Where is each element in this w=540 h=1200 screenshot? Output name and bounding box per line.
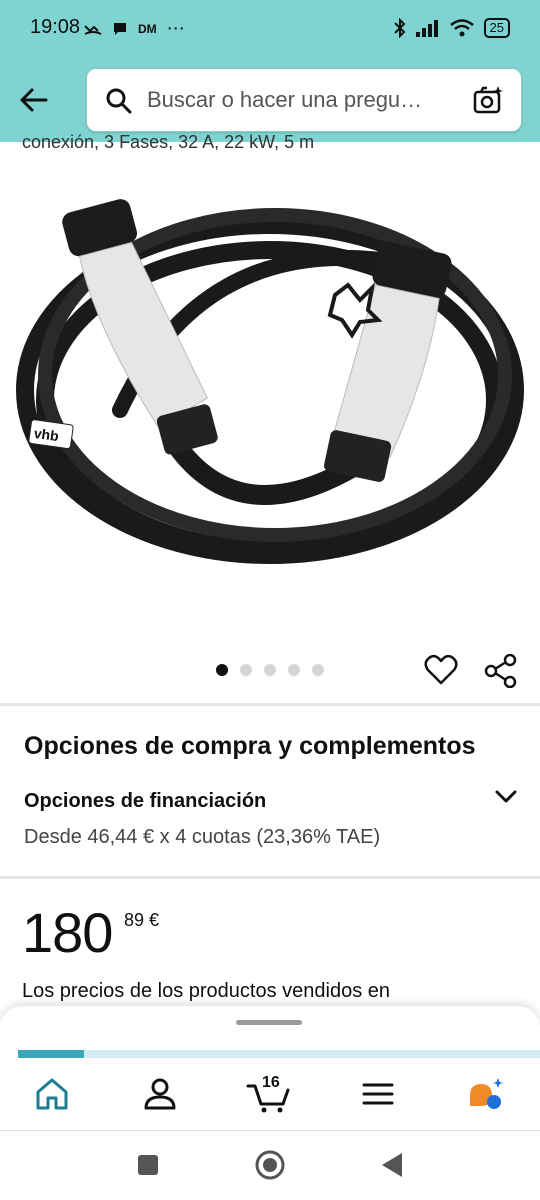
product-image[interactable]: vhb (0, 160, 540, 660)
carousel-dots (216, 664, 324, 676)
bluetooth-icon (393, 18, 405, 38)
search-placeholder: Buscar o hacer una pregu… (147, 87, 423, 112)
product-title-fragment: conexión, 3 Fases, 32 A, 22 kW, 5 m (22, 132, 315, 152)
carousel-dot[interactable] (312, 664, 324, 676)
status-time: 19:08 (30, 16, 81, 38)
financing-description: Desde 46,44 € x 4 cuotas (23,36% TAE) (24, 826, 381, 848)
status-more: ⋯ (166, 18, 185, 38)
system-nav-bar (0, 1131, 540, 1200)
purchase-options-title: Opciones de compra y complementos (24, 732, 476, 760)
search-icon (106, 88, 132, 114)
missed-call-icon (84, 24, 102, 35)
home-icon[interactable] (32, 1074, 72, 1114)
menu-icon[interactable] (358, 1074, 398, 1114)
home-button-icon[interactable] (254, 1149, 286, 1181)
bottom-sheet[interactable] (0, 1006, 540, 1066)
section-divider (0, 703, 540, 706)
price-note: Los precios de los productos vendidos en (22, 980, 391, 1002)
carousel-dot[interactable] (240, 664, 252, 676)
share-icon[interactable] (484, 654, 518, 688)
carousel-dot[interactable] (216, 664, 228, 676)
sheet-strip-accent (18, 1050, 84, 1058)
price-whole: 180 (22, 901, 113, 964)
search-input[interactable]: Buscar o hacer una pregu… (86, 68, 522, 132)
wifi-icon (449, 19, 474, 37)
financing-options-title[interactable]: Opciones de financiación (24, 790, 266, 813)
sheet-strip (18, 1050, 540, 1058)
search-header: Buscar o hacer una pregu… (0, 60, 540, 142)
chat-bubble-icon (114, 22, 126, 35)
carousel-dot[interactable] (264, 664, 276, 676)
bottom-nav: 16 (0, 1058, 540, 1131)
account-icon[interactable] (140, 1074, 180, 1114)
heart-icon[interactable] (424, 654, 458, 686)
right-connector (324, 241, 452, 482)
back-button-icon[interactable] (380, 1151, 404, 1179)
status-bar: 19:08 DM ⋯ 25 (0, 0, 540, 60)
status-carrier-tag: DM (138, 21, 157, 36)
cart-count: 16 (262, 1074, 280, 1091)
chevron-down-icon[interactable] (494, 786, 518, 806)
section-divider (0, 876, 540, 879)
camera-search-icon[interactable] (473, 85, 505, 115)
price-fraction: 89 € (124, 910, 160, 930)
recents-icon[interactable] (136, 1153, 160, 1177)
status-system-icons: 25 (393, 18, 510, 38)
battery-icon: 25 (483, 18, 510, 38)
signal-icon (415, 20, 438, 37)
sheet-drag-handle[interactable] (236, 1020, 302, 1025)
assistant-icon[interactable] (466, 1074, 506, 1114)
back-arrow-icon[interactable] (14, 80, 54, 120)
status-notification-icons: DM ⋯ (84, 18, 185, 39)
carousel-dot[interactable] (288, 664, 300, 676)
